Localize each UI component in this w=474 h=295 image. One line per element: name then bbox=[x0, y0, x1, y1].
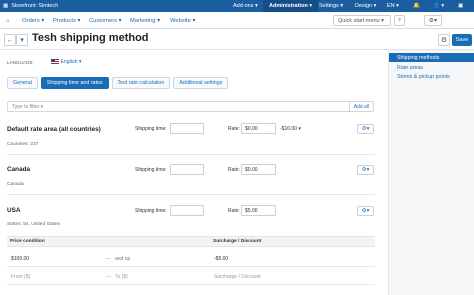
shipping-time-field[interactable] bbox=[170, 164, 204, 175]
quick-start-menu[interactable]: Quick start menu ▾ bbox=[333, 15, 391, 26]
countries-list: States: 54, United States bbox=[7, 222, 61, 227]
shipping-time-label: Shipping time: bbox=[135, 208, 167, 214]
page-title: Tesh shipping method bbox=[32, 32, 149, 44]
rate-area-title: Default rate area (all countries) bbox=[7, 126, 101, 133]
rate-area-filter-input[interactable]: Type to filter ▾ Add all bbox=[7, 101, 374, 112]
nav-website[interactable]: Website ▾ bbox=[170, 12, 195, 29]
price-to-field[interactable]: To ($) bbox=[115, 274, 128, 280]
tab-additional-settings[interactable]: Additional settings bbox=[173, 77, 229, 89]
nav-marketing[interactable]: Marketing ▾ bbox=[130, 12, 160, 29]
nav-orders[interactable]: Orders ▾ bbox=[22, 12, 44, 29]
save-button[interactable]: Save bbox=[452, 34, 472, 46]
divider bbox=[7, 154, 375, 155]
price-from-field[interactable]: From ($) bbox=[11, 274, 30, 280]
gear-icon[interactable]: ⚙▾ bbox=[357, 206, 374, 216]
tab-general[interactable]: General bbox=[7, 77, 38, 89]
rate-label: Rate: bbox=[228, 167, 240, 173]
user-icon[interactable]: 👤 ▾ bbox=[433, 0, 444, 12]
shipping-time-field[interactable] bbox=[170, 123, 204, 134]
countries-count: Countries: 237 bbox=[7, 142, 39, 147]
surcharge-value[interactable]: -$5.00 bbox=[214, 256, 228, 262]
surcharge-header: Surcharge / Discount bbox=[213, 239, 262, 244]
range-dash: — bbox=[106, 274, 111, 280]
rate-label: Rate: bbox=[228, 126, 240, 132]
cart-icon[interactable]: ▣ bbox=[458, 0, 463, 12]
rate-extra-dropdown[interactable]: -$10.00 ▾ bbox=[280, 126, 301, 132]
sidebar-item-shipping-methods[interactable]: Shipping methods bbox=[389, 53, 474, 62]
search-icon[interactable]: ⌕ bbox=[394, 15, 405, 26]
administration-menu[interactable]: Administration ▾ bbox=[263, 0, 319, 12]
language-label: LANGUAGE bbox=[7, 60, 33, 65]
nav-products[interactable]: Products ▾ bbox=[53, 12, 80, 29]
rate-label: Rate: bbox=[228, 208, 240, 214]
range-dash: — bbox=[106, 256, 111, 262]
storefront-link[interactable]: ▦ Storefront: Simtech bbox=[3, 0, 58, 12]
bell-icon[interactable]: 🔔 bbox=[413, 0, 420, 12]
settings-gear-icon[interactable]: ⚙▾ bbox=[424, 15, 442, 26]
back-arrow-icon[interactable]: ← bbox=[4, 34, 16, 46]
storefront-icon: ▦ bbox=[3, 3, 9, 9]
add-all-button[interactable]: Add all bbox=[348, 102, 373, 111]
rate-area-title: Canada bbox=[7, 166, 31, 173]
home-icon[interactable]: ⌂ bbox=[6, 12, 10, 29]
gear-icon[interactable]: ⚙▾ bbox=[357, 165, 374, 175]
rate-table-header: Price condition Surcharge / Discount bbox=[7, 236, 375, 247]
language-menu[interactable]: EN ▾ bbox=[387, 0, 399, 12]
us-flag-icon bbox=[51, 59, 59, 65]
price-from-value[interactable]: $100.00 bbox=[11, 256, 29, 262]
chevron-down-icon[interactable]: ▾ bbox=[16, 34, 28, 46]
settings-menu[interactable]: Settings ▾ bbox=[319, 0, 343, 12]
design-menu[interactable]: Design ▾ bbox=[355, 0, 376, 12]
rate-field[interactable]: $5.00 bbox=[241, 205, 276, 216]
gear-icon[interactable]: ⚙▾ bbox=[357, 124, 374, 134]
tab-shipping-time-rates[interactable]: Shipping time and rates bbox=[40, 77, 109, 89]
divider bbox=[7, 194, 375, 195]
shipping-time-label: Shipping time: bbox=[135, 167, 167, 173]
shipping-time-field[interactable] bbox=[170, 205, 204, 216]
top-bar: ▦ Storefront: Simtech Add-ons ▾ Administ… bbox=[0, 0, 474, 12]
rate-field[interactable]: $0.00 bbox=[241, 164, 276, 175]
tabs: General Shipping time and rates Test rat… bbox=[7, 77, 229, 89]
rate-field[interactable]: $0.00 bbox=[241, 123, 276, 134]
gear-icon[interactable]: ⚙ bbox=[438, 34, 450, 46]
addons-menu[interactable]: Add-ons ▾ bbox=[233, 0, 258, 12]
price-condition-header: Price condition bbox=[10, 239, 45, 244]
surcharge-field[interactable]: Surcharge / Discount bbox=[214, 274, 261, 280]
divider bbox=[7, 284, 375, 285]
main-navbar: ⌂ Orders ▾ Products ▾ Customers ▾ Market… bbox=[0, 12, 474, 29]
sidebar: Shipping methods Rate areas Stores & pic… bbox=[388, 50, 474, 295]
countries-list: Canada bbox=[7, 182, 24, 187]
price-to-value[interactable]: and up bbox=[115, 256, 130, 262]
page-header: ← ▾ Tesh shipping method ⚙ Save bbox=[0, 30, 474, 50]
nav-customers[interactable]: Customers ▾ bbox=[89, 12, 122, 29]
sidebar-item-rate-areas[interactable]: Rate areas bbox=[389, 63, 474, 72]
sidebar-item-stores-pickup[interactable]: Stores & pickup points bbox=[389, 72, 474, 81]
language-selector[interactable]: English ▾ bbox=[51, 59, 82, 65]
divider bbox=[7, 266, 375, 267]
tab-test-rate[interactable]: Test rate calculation bbox=[111, 77, 171, 89]
shipping-time-label: Shipping time: bbox=[135, 126, 167, 132]
rate-area-title: USA bbox=[7, 207, 21, 214]
